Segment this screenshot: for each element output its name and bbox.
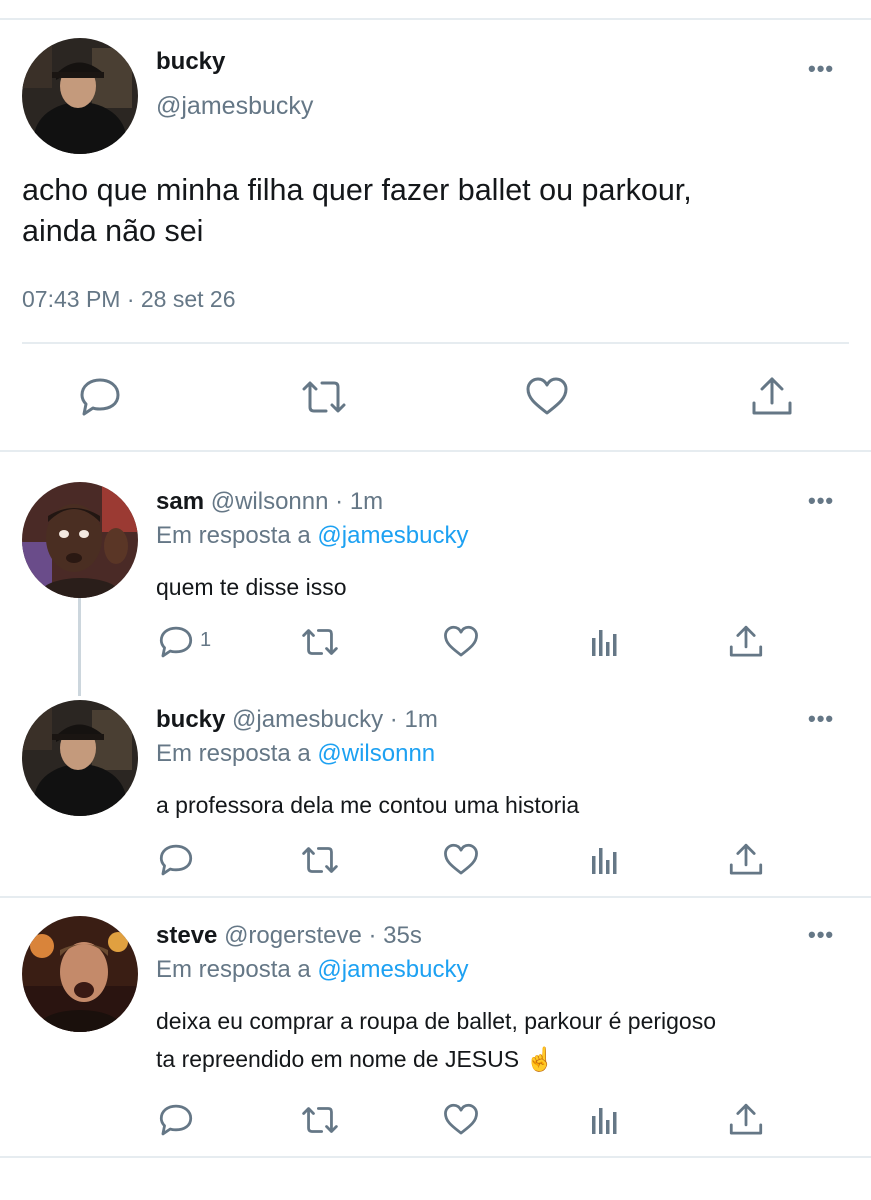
analytics-icon[interactable] xyxy=(588,1102,624,1138)
author-handle[interactable]: @jamesbucky xyxy=(156,92,313,121)
reply-text-line: deixa eu comprar a roupa de ballet, park… xyxy=(156,1008,717,1034)
in-reply-prefix: Em resposta a xyxy=(156,956,311,983)
reply-actions: 1 xyxy=(0,624,871,664)
retweet-icon[interactable] xyxy=(300,842,338,878)
in-reply-to: Em resposta a @jamesbucky xyxy=(156,522,468,550)
reply-text: deixa eu comprar a roupa de ballet, park… xyxy=(156,1002,846,1078)
main-tweet: bucky @jamesbucky ••• acho que minha fil… xyxy=(0,20,871,450)
reply-text-line: ta repreendido em nome de JESUS ☝️ xyxy=(156,1046,555,1072)
in-reply-to: Em resposta a @jamesbucky xyxy=(156,956,468,984)
reply-time[interactable]: 35s xyxy=(383,922,422,949)
tweet-text-line: ainda não sei xyxy=(22,214,204,248)
author-name[interactable]: steve xyxy=(156,922,217,949)
more-options-icon[interactable]: ••• xyxy=(808,924,834,946)
author-name[interactable]: sam xyxy=(156,488,204,515)
share-icon[interactable] xyxy=(728,842,764,878)
separator-dot: · xyxy=(368,922,377,949)
divider xyxy=(22,342,849,344)
in-reply-prefix: Em resposta a xyxy=(156,522,311,549)
author-name[interactable]: bucky xyxy=(156,706,225,733)
reply-header: sam @wilsonnn · 1m xyxy=(156,488,383,516)
comment-icon[interactable] xyxy=(158,842,194,878)
reply-header: bucky @jamesbucky · 1m xyxy=(156,706,438,734)
reply-count: 1 xyxy=(200,629,212,651)
mention-link[interactable]: @jamesbucky xyxy=(317,522,468,549)
separator-dot: · xyxy=(335,488,344,515)
author-handle[interactable]: @wilsonnn xyxy=(211,488,329,515)
tweet-text: acho que minha filha quer fazer ballet o… xyxy=(22,170,842,252)
reply-text: a professora dela me contou uma historia xyxy=(156,786,846,824)
share-icon[interactable] xyxy=(728,1102,764,1138)
divider xyxy=(0,896,871,898)
in-reply-to: Em resposta a @wilsonnn xyxy=(156,740,435,768)
reply-time[interactable]: 1m xyxy=(404,706,437,733)
divider xyxy=(0,450,871,452)
reply-actions xyxy=(0,842,871,882)
reply-header: steve @rogersteve · 35s xyxy=(156,922,422,950)
like-icon[interactable] xyxy=(443,1102,479,1138)
tweet-text-line: acho que minha filha quer fazer ballet o… xyxy=(22,173,692,207)
tweet-timestamp[interactable]: 07:43 PM · 28 set 26 xyxy=(22,286,236,313)
comment-icon[interactable] xyxy=(78,375,122,419)
author-handle[interactable]: @rogersteve xyxy=(224,922,362,949)
share-icon[interactable] xyxy=(750,375,794,419)
author-name[interactable]: bucky xyxy=(156,48,225,76)
comment-icon[interactable] xyxy=(158,624,194,660)
retweet-icon[interactable] xyxy=(300,624,338,660)
more-options-icon[interactable]: ••• xyxy=(808,58,834,80)
reply-actions xyxy=(0,1102,871,1142)
mention-link[interactable]: @jamesbucky xyxy=(317,956,468,983)
separator-dot: · xyxy=(389,706,398,733)
share-icon[interactable] xyxy=(728,624,764,660)
like-icon[interactable] xyxy=(443,842,479,878)
avatar[interactable] xyxy=(22,916,138,1032)
author-handle[interactable]: @jamesbucky xyxy=(232,706,383,733)
reply-text-line: quem te disse isso xyxy=(156,574,347,600)
tweet-actions xyxy=(0,375,871,425)
avatar[interactable] xyxy=(22,38,138,154)
retweet-icon[interactable] xyxy=(300,1102,338,1138)
like-icon[interactable] xyxy=(525,375,569,419)
mention-link[interactable]: @wilsonnn xyxy=(317,740,435,767)
analytics-icon[interactable] xyxy=(588,624,624,660)
avatar[interactable] xyxy=(22,482,138,598)
avatar[interactable] xyxy=(22,700,138,816)
retweet-icon[interactable] xyxy=(300,375,346,419)
reply-text: quem te disse isso xyxy=(156,568,846,606)
divider xyxy=(0,1156,871,1158)
in-reply-prefix: Em resposta a xyxy=(156,740,311,767)
reply-time[interactable]: 1m xyxy=(350,488,383,515)
more-options-icon[interactable]: ••• xyxy=(808,490,834,512)
analytics-icon[interactable] xyxy=(588,842,624,878)
reply-text-line: a professora dela me contou uma historia xyxy=(156,792,580,818)
like-icon[interactable] xyxy=(443,624,479,660)
comment-icon[interactable] xyxy=(158,1102,194,1138)
more-options-icon[interactable]: ••• xyxy=(808,708,834,730)
